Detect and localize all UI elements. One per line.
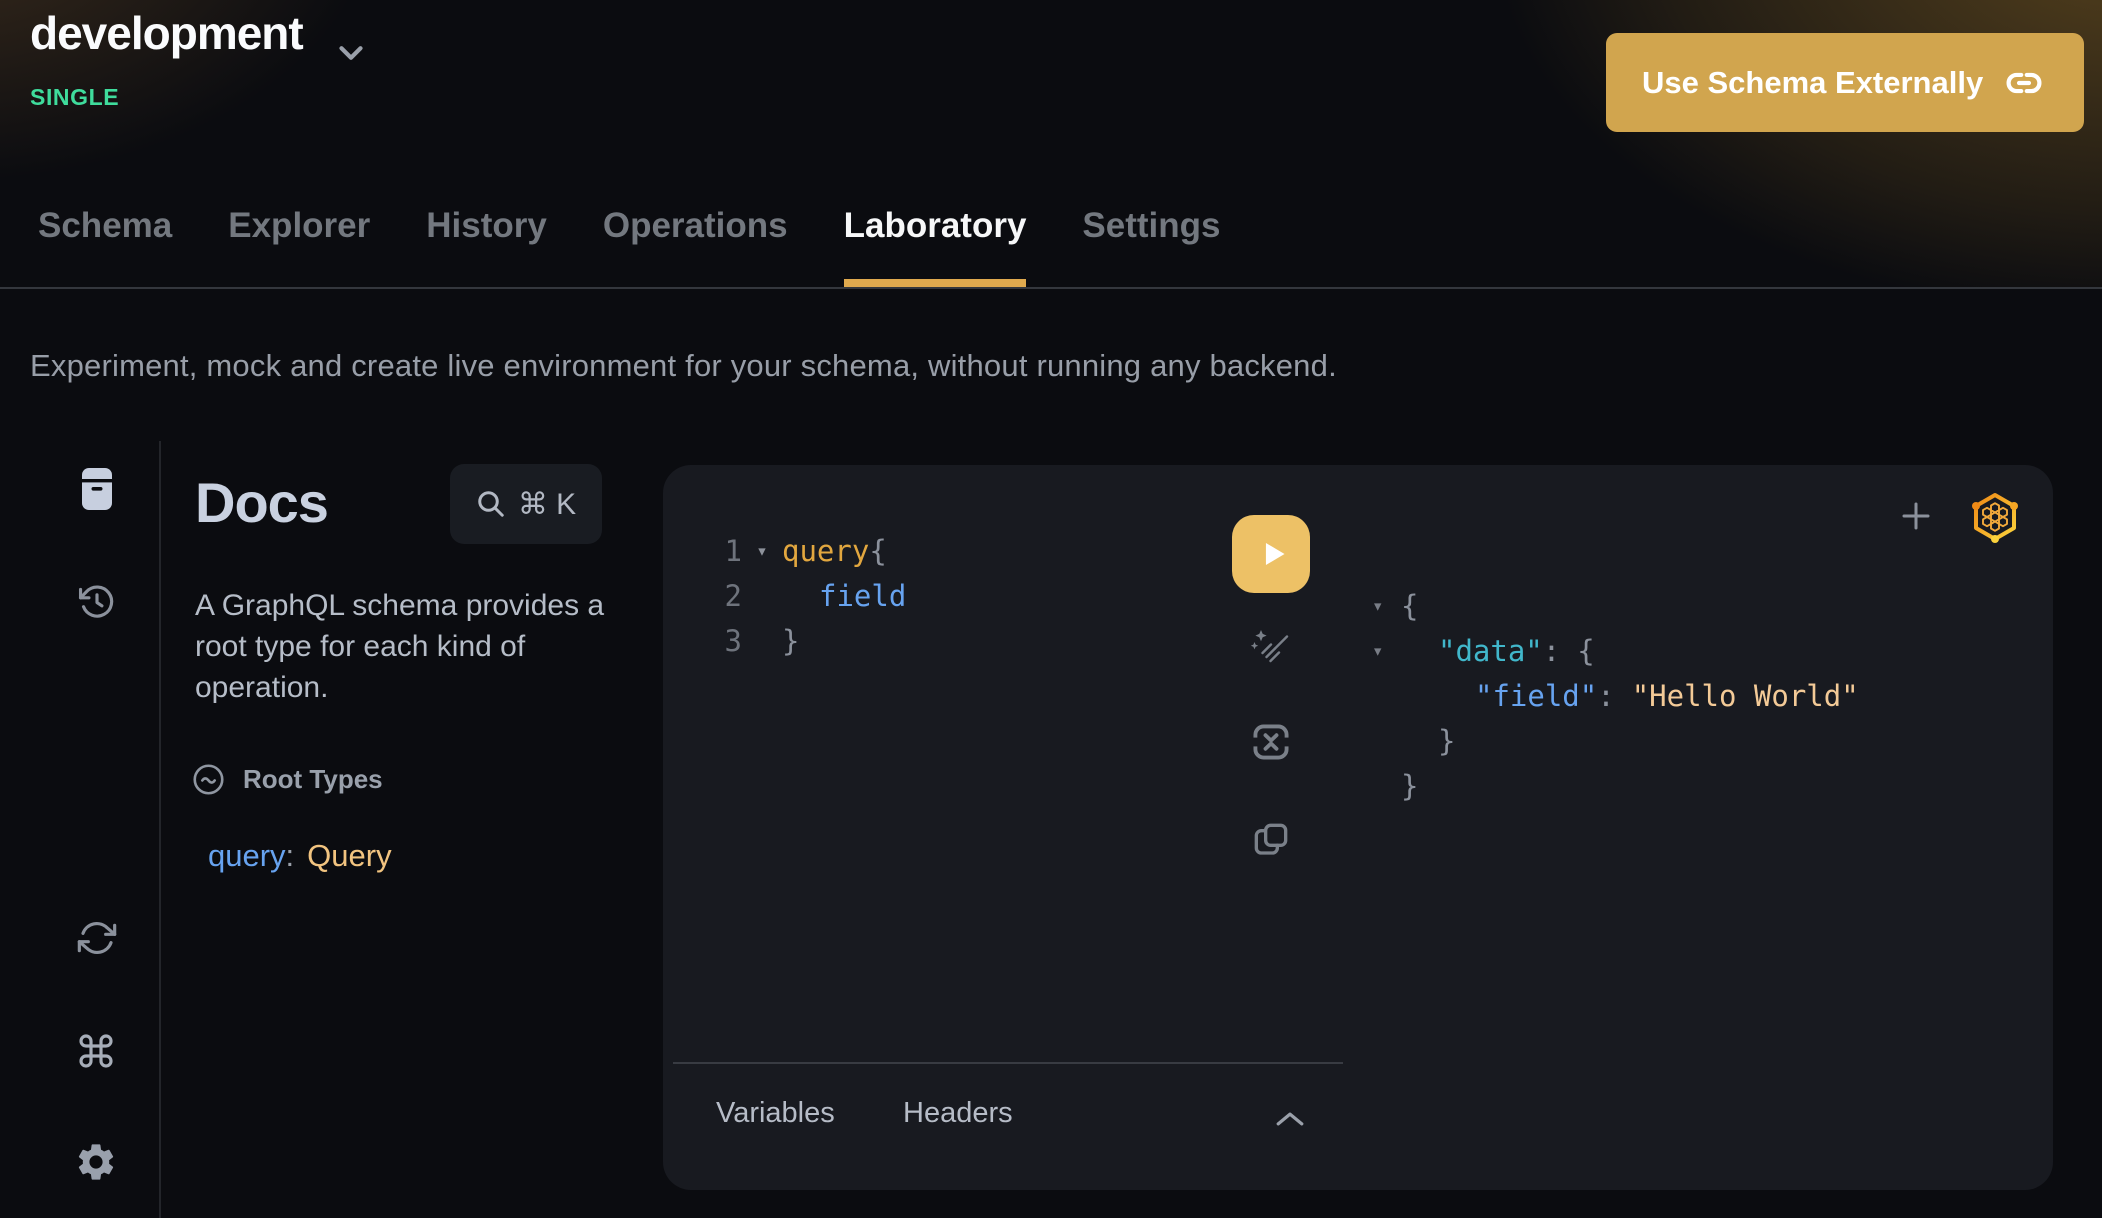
search-icon [476,489,506,519]
status-badge: SINGLE [30,84,119,111]
open-brace: { [1577,634,1594,668]
tab-laboratory[interactable]: Laboratory [844,206,1027,288]
sidebar-item-docs[interactable] [78,466,116,517]
root-type-name[interactable]: query [208,838,286,874]
root-type-query-link[interactable]: query : Query [208,838,392,874]
use-schema-externally-label: Use Schema Externally [1642,65,1983,101]
execute-query-button[interactable] [1232,515,1310,593]
colon: : [1597,679,1614,713]
line-number: 2 [693,579,742,613]
open-brace[interactable]: { [869,534,886,568]
hive-logo-icon [1971,491,2019,543]
line-number: 1 [693,534,742,568]
tab-explorer[interactable]: Explorer [228,206,370,288]
play-icon [1249,532,1293,576]
prettify-icon [1247,623,1295,671]
settings-gear-icon [74,1140,118,1184]
docs-description: A GraphQL schema provides a root type fo… [195,585,647,708]
response-line-3: "field" : "Hello World" [1372,673,1859,718]
fold-toggle-icon[interactable]: ▾ [1372,595,1401,617]
tab-settings[interactable]: Settings [1082,206,1220,288]
link-icon [2002,61,2046,105]
tab-headers[interactable]: Headers [903,1097,1013,1130]
editor-bottom-divider [673,1062,1343,1064]
root-types-label: Root Types [243,764,383,795]
sidebar-item-shortcuts[interactable] [76,1031,116,1076]
json-key-data: "data" [1438,634,1543,668]
merge-fragments-button[interactable] [1249,720,1293,769]
use-schema-externally-button[interactable]: Use Schema Externally [1606,33,2084,132]
colon: : [1543,634,1560,668]
root-type-type[interactable]: Query [307,838,391,874]
json-key-field: "field" [1475,679,1597,713]
tab-schema[interactable]: Schema [38,206,172,288]
editor-line-1[interactable]: 1 ▾ query { [693,528,887,573]
header-divider [0,287,2102,289]
editor-line-2[interactable]: 2 field [693,573,906,618]
sidebar-divider [159,441,161,1218]
editor-line-3[interactable]: 3 } [693,618,799,663]
target-dropdown[interactable] [332,34,370,77]
line-number: 3 [693,624,742,658]
add-tab-button[interactable] [1896,496,1936,541]
main-nav-tabs: Schema Explorer History Operations Labor… [38,206,1221,288]
field-token[interactable]: field [819,579,906,613]
root-types-icon [192,763,225,796]
page-title: development [30,6,303,60]
merge-fragments-icon [1249,720,1293,764]
json-value-hello-world: "Hello World" [1632,679,1859,713]
copy-icon [1251,820,1291,860]
sidebar-item-settings[interactable] [74,1140,118,1189]
command-icon [76,1031,116,1071]
sidebar-item-history[interactable] [76,581,118,628]
tab-history[interactable]: History [426,206,547,288]
close-brace: } [1401,769,1418,803]
prettify-button[interactable] [1247,623,1295,676]
hive-logo-link[interactable] [1971,491,2019,548]
header: development SINGLE Use Schema Externally… [0,0,2102,287]
tab-operations[interactable]: Operations [603,206,788,288]
tab-variables[interactable]: Variables [716,1097,835,1130]
laboratory-panel: 1 ▾ query { 2 field 3 } [663,465,2053,1190]
collapse-editor-tools-button[interactable] [1275,1110,1305,1133]
docs-search-button[interactable]: ⌘ K [450,464,602,544]
sync-icon [77,918,117,958]
docs-book-icon [78,466,116,512]
history-icon [76,581,118,623]
sidebar-item-sync-schema[interactable] [77,918,117,963]
fold-toggle-icon[interactable]: ▾ [742,540,782,562]
docs-heading: Docs [195,470,328,535]
plus-icon [1896,496,1936,536]
open-brace: { [1401,589,1418,623]
response-line-5: } [1372,763,1418,808]
copy-query-button[interactable] [1251,820,1291,865]
query-keyword[interactable]: query [782,534,869,568]
response-line-2: ▾ "data" : { [1372,628,1595,673]
response-line-1: ▾ { [1372,583,1418,628]
close-brace[interactable]: } [782,624,799,658]
page: { "colors": { "page_bg": "#0b0c10", "pan… [0,0,2102,1218]
response-line-4: } [1372,718,1455,763]
chevron-up-icon [1275,1110,1305,1128]
root-type-separator: : [286,838,295,874]
chevron-down-icon [332,34,370,72]
root-types-section: Root Types [192,763,383,796]
fold-toggle-icon[interactable]: ▾ [1372,640,1401,662]
search-shortcut-label: ⌘ K [518,487,576,522]
close-brace: } [1438,724,1455,758]
page-subtitle: Experiment, mock and create live environ… [30,348,1337,384]
